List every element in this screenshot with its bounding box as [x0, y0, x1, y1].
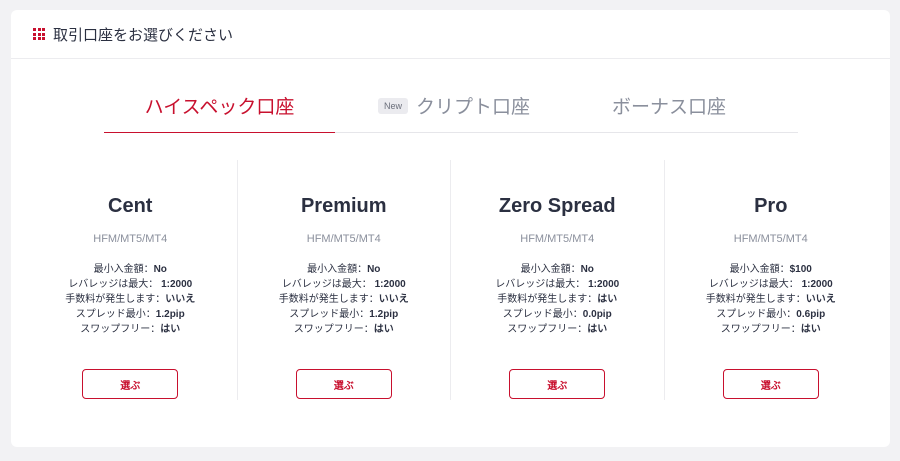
spec-min-deposit: 最小入金額：No [307, 264, 381, 275]
spec-commission: 手数料が発生します：はい [497, 294, 618, 305]
spec-swap-free: スワップフリー：はい [720, 324, 821, 335]
page-title: 取引口座をお選びください [53, 26, 234, 44]
spec-min-spread: スプレッド最小：0.6pip [716, 309, 826, 320]
new-badge: New [377, 98, 408, 114]
tab-label: クリプト口座 [416, 97, 531, 118]
select-premium-button[interactable]: 選ぶ [295, 369, 392, 399]
plan-card-premium: Premium HFM/MT5/MT4 最小入金額：No レバレッジは最大： 1… [236, 160, 451, 400]
tab-high-spec[interactable]: ハイスペック口座 [104, 86, 335, 133]
plan-platform: HFM/MT5/MT4 [306, 233, 381, 245]
spec-min-deposit: 最小入金額：No [93, 264, 167, 275]
spec-commission: 手数料が発生します：いいえ [65, 294, 196, 305]
tab-crypto[interactable]: New クリプト口座 [374, 86, 534, 132]
select-cent-button[interactable]: 選ぶ [82, 369, 179, 399]
plan-name: Pro [754, 195, 788, 217]
plan-card-zero-spread: Zero Spread HFM/MT5/MT4 最小入金額：No レバレッジは最… [450, 160, 664, 400]
select-zero-spread-button[interactable]: 選ぶ [509, 369, 606, 399]
spec-min-spread: スプレッド最小：1.2pip [289, 309, 399, 320]
account-type-tabs: ハイスペック口座 New クリプト口座 ボーナス口座 [104, 86, 798, 133]
spec-swap-free: スワップフリー：はい [293, 324, 394, 335]
plan-name: Premium [300, 195, 387, 217]
spec-leverage: レバレッジは最大： 1:2000 [281, 279, 406, 290]
plan-specs: 最小入金額：$100 レバレッジは最大： 1:2000 手数料が発生します：いい… [665, 262, 878, 337]
plan-platform: HFM/MT5/MT4 [733, 233, 808, 245]
plan-card-cent: Cent HFM/MT5/MT4 最小入金額：No レバレッジは最大： 1:20… [24, 160, 237, 400]
plan-specs: 最小入金額：No レバレッジは最大： 1:2000 手数料が発生します：はい ス… [451, 262, 664, 337]
panel-header: 取引口座をお選びください [11, 10, 890, 59]
spec-leverage: レバレッジは最大： 1:2000 [495, 279, 620, 290]
account-selection-panel: 取引口座をお選びください ハイスペック口座 New クリプト口座 ボーナス口座 … [11, 10, 890, 447]
tab-label: ボーナス口座 [611, 97, 726, 118]
plan-platform: HFM/MT5/MT4 [520, 233, 595, 245]
spec-leverage: レバレッジは最大： 1:2000 [68, 279, 193, 290]
spec-min-deposit: 最小入金額：$100 [729, 264, 812, 275]
spec-min-deposit: 最小入金額：No [520, 264, 594, 275]
select-pro-button[interactable]: 選ぶ [722, 369, 819, 399]
plan-specs: 最小入金額：No レバレッジは最大： 1:2000 手数料が発生します：いいえ … [238, 262, 451, 337]
spec-leverage: レバレッジは最大： 1:2000 [708, 279, 833, 290]
plan-list: Cent HFM/MT5/MT4 最小入金額：No レバレッジは最大： 1:20… [24, 160, 877, 400]
spec-swap-free: スワップフリー：はい [507, 324, 608, 335]
spec-min-spread: スプレッド最小：0.0pip [502, 309, 612, 320]
grid-icon [33, 28, 45, 40]
spec-commission: 手数料が発生します：いいえ [705, 294, 836, 305]
spec-commission: 手数料が発生します：いいえ [278, 294, 409, 305]
plan-name: Cent [108, 195, 153, 217]
spec-min-spread: スプレッド最小：1.2pip [75, 309, 185, 320]
spec-swap-free: スワップフリー：はい [80, 324, 181, 335]
tab-label: ハイスペック口座 [144, 97, 295, 118]
plan-card-pro: Pro HFM/MT5/MT4 最小入金額：$100 レバレッジは最大： 1:2… [663, 160, 878, 400]
plan-name: Zero Spread [498, 195, 616, 217]
plan-platform: HFM/MT5/MT4 [93, 233, 168, 245]
plan-specs: 最小入金額：No レバレッジは最大： 1:2000 手数料が発生します：いいえ … [24, 262, 237, 337]
tab-bonus[interactable]: ボーナス口座 [594, 86, 744, 132]
